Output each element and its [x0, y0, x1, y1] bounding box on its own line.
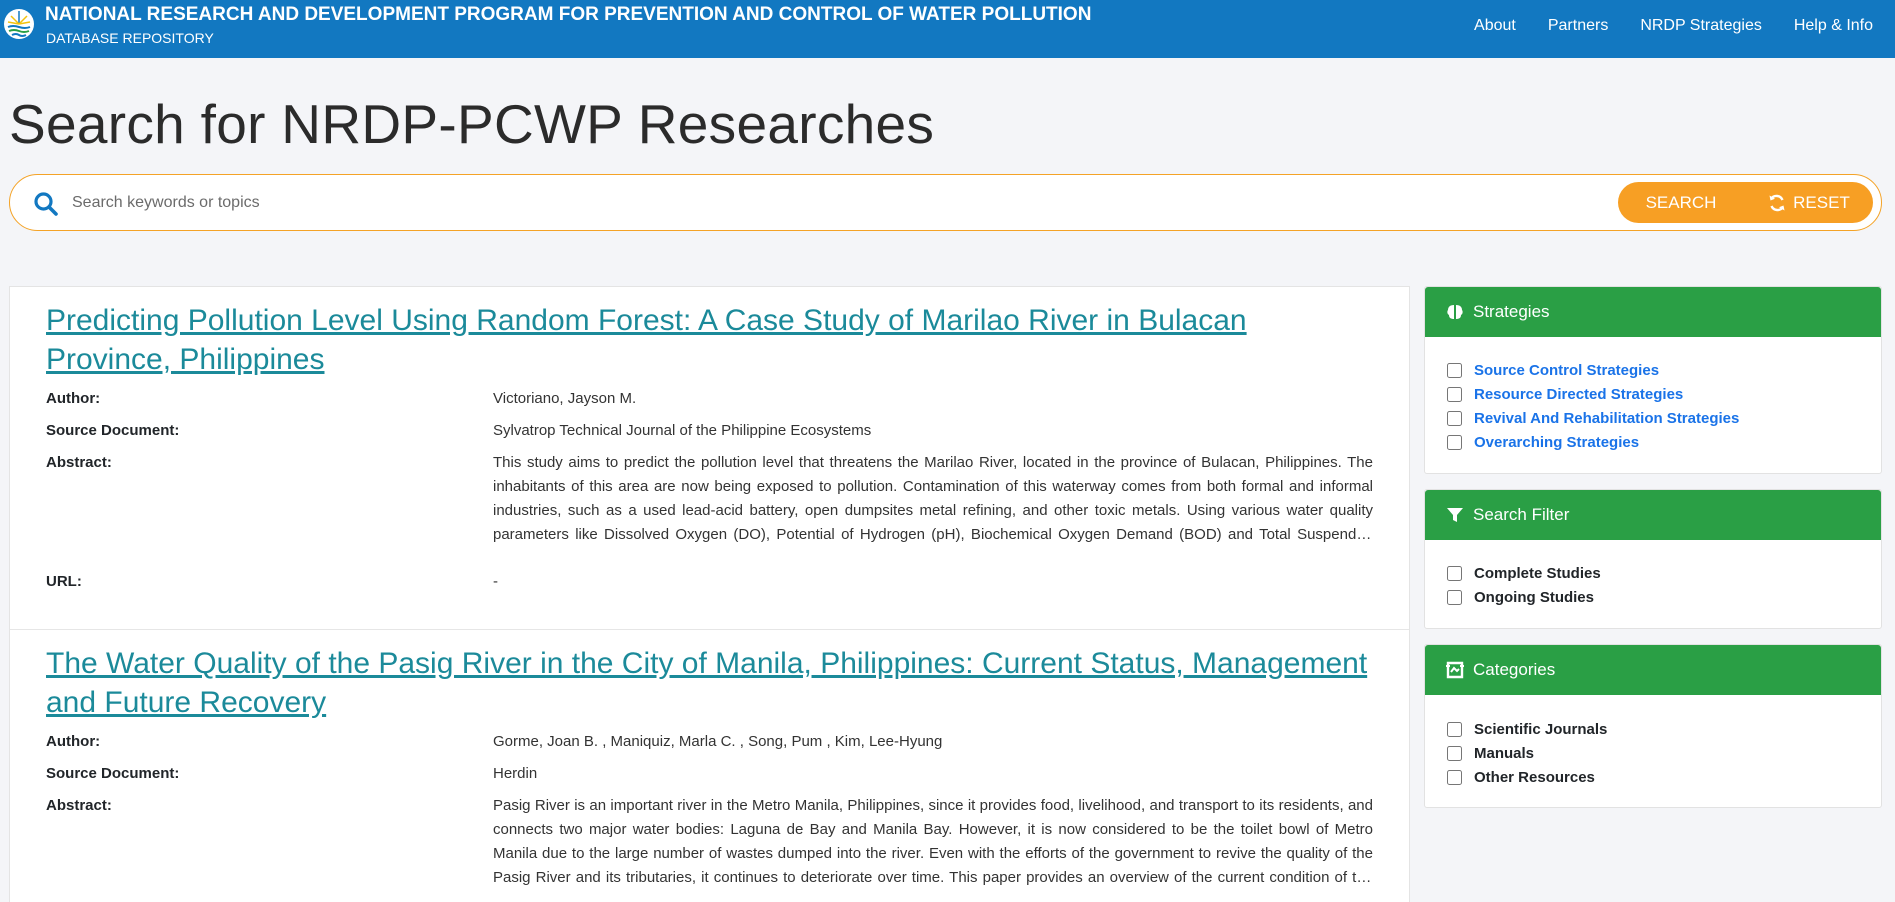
- search-filter-panel-title: Search Filter: [1473, 505, 1570, 524]
- strategies-panel-header: Strategies: [1425, 287, 1881, 337]
- search-button[interactable]: SEARCH: [1618, 182, 1744, 223]
- source-value: Herdin: [493, 765, 538, 782]
- filter-option-ongoing-studies[interactable]: Ongoing Studies: [1447, 585, 1859, 609]
- categories-options: Scientific Journals Manuals Other Resour…: [1425, 695, 1881, 809]
- strategy-option-revival-rehabilitation[interactable]: Revival And Rehabilitation Strategies: [1447, 406, 1859, 430]
- author-row: Author: Gorme, Joan B. , Maniquiz, Marla…: [46, 730, 1373, 754]
- strategy-option-source-control[interactable]: Source Control Strategies: [1447, 358, 1859, 382]
- categories-panel-title: Categories: [1473, 660, 1556, 679]
- source-value: Sylvatrop Technical Journal of the Phili…: [493, 422, 872, 439]
- reset-button-label: RESET: [1793, 192, 1850, 212]
- abstract-label: Abstract:: [46, 797, 112, 814]
- author-value: Victoriano, Jayson M.: [493, 390, 637, 407]
- strategy-checkbox[interactable]: [1447, 410, 1462, 426]
- nav-about[interactable]: About: [1474, 17, 1516, 35]
- search-filter-panel: Search Filter Complete Studies Ongoing S…: [1424, 489, 1882, 629]
- url-label: URL:: [46, 573, 82, 590]
- search-button-group: SEARCH RESET: [1618, 182, 1873, 223]
- nav-help-info[interactable]: Help & Info: [1794, 17, 1873, 35]
- brand-title: NATIONAL RESEARCH AND DEVELOPMENT PROGRA…: [45, 4, 1092, 25]
- search-icon: [34, 192, 58, 216]
- categories-panel: Categories Scientific Journals Manuals O…: [1424, 644, 1882, 808]
- strategies-options: Source Control Strategies Resource Direc…: [1425, 337, 1881, 474]
- filter-option-complete-studies[interactable]: Complete Studies: [1447, 561, 1859, 585]
- source-label: Source Document:: [46, 765, 180, 782]
- filter-checkbox[interactable]: [1447, 565, 1462, 581]
- strategy-checkbox[interactable]: [1447, 386, 1462, 402]
- search-button-label: SEARCH: [1645, 192, 1717, 212]
- author-label: Author:: [46, 390, 101, 407]
- nav-partners[interactable]: Partners: [1548, 17, 1608, 35]
- strategy-option-resource-directed[interactable]: Resource Directed Strategies: [1447, 382, 1859, 406]
- search-filter-panel-header: Search Filter: [1425, 490, 1881, 540]
- author-row: Author: Victoriano, Jayson M.: [46, 387, 1373, 411]
- category-checkbox[interactable]: [1447, 721, 1462, 737]
- top-navbar: NATIONAL RESEARCH AND DEVELOPMENT PROGRA…: [0, 0, 1895, 58]
- brand-subtitle: DATABASE REPOSITORY: [46, 30, 214, 46]
- main-nav: About Partners NRDP Strategies Help & In…: [1474, 17, 1873, 35]
- abstract-text: This study aims to predict the pollution…: [493, 454, 1373, 543]
- categories-panel-header: Categories: [1425, 645, 1881, 695]
- search-input[interactable]: [72, 189, 1612, 217]
- result-card: The Water Quality of the Pasig River in …: [10, 629, 1409, 890]
- author-value: Gorme, Joan B. , Maniquiz, Marla C. , So…: [493, 733, 943, 750]
- results-list: Predicting Pollution Level Using Random …: [9, 286, 1410, 902]
- strategy-checkbox[interactable]: [1447, 362, 1462, 378]
- nav-nrdp-strategies[interactable]: NRDP Strategies: [1640, 17, 1762, 35]
- category-option-scientific-journals[interactable]: Scientific Journals: [1447, 717, 1859, 741]
- category-checkbox[interactable]: [1447, 769, 1462, 785]
- program-logo-icon[interactable]: [3, 8, 35, 40]
- abstract-row: Abstract: Pasig River is an important ri…: [46, 794, 1373, 890]
- reset-button[interactable]: RESET: [1744, 182, 1873, 223]
- source-row: Source Document: Herdin: [46, 762, 1373, 786]
- category-option-other-resources[interactable]: Other Resources: [1447, 765, 1859, 789]
- abstract-label: Abstract:: [46, 454, 112, 471]
- search-filter-options: Complete Studies Ongoing Studies: [1425, 540, 1881, 629]
- search-bar: SEARCH RESET: [9, 174, 1882, 231]
- result-card: Predicting Pollution Level Using Random …: [10, 287, 1409, 629]
- filter-checkbox[interactable]: [1447, 589, 1462, 605]
- category-checkbox[interactable]: [1447, 745, 1462, 761]
- strategies-panel-title: Strategies: [1473, 302, 1550, 321]
- result-title-link[interactable]: Predicting Pollution Level Using Random …: [46, 287, 1376, 379]
- strategies-panel: Strategies Source Control Strategies Res…: [1424, 286, 1882, 474]
- source-row: Source Document: Sylvatrop Technical Jou…: [46, 419, 1373, 443]
- strategy-checkbox[interactable]: [1447, 434, 1462, 450]
- brain-icon: [1447, 305, 1463, 319]
- strategy-option-overarching[interactable]: Overarching Strategies: [1447, 430, 1859, 454]
- refresh-icon: [1769, 194, 1785, 211]
- result-title-link[interactable]: The Water Quality of the Pasig River in …: [46, 630, 1376, 722]
- page-title: Search for NRDP-PCWP Researches: [9, 93, 935, 155]
- url-row: URL: -: [46, 570, 1373, 594]
- categories-icon: [1446, 661, 1464, 679]
- category-option-manuals[interactable]: Manuals: [1447, 741, 1859, 765]
- filter-icon: [1447, 508, 1463, 522]
- source-label: Source Document:: [46, 422, 180, 439]
- abstract-row: Abstract: This study aims to predict the…: [46, 451, 1373, 547]
- author-label: Author:: [46, 733, 101, 750]
- url-value: -: [493, 573, 498, 590]
- abstract-text: Pasig River is an important river in the…: [493, 797, 1373, 886]
